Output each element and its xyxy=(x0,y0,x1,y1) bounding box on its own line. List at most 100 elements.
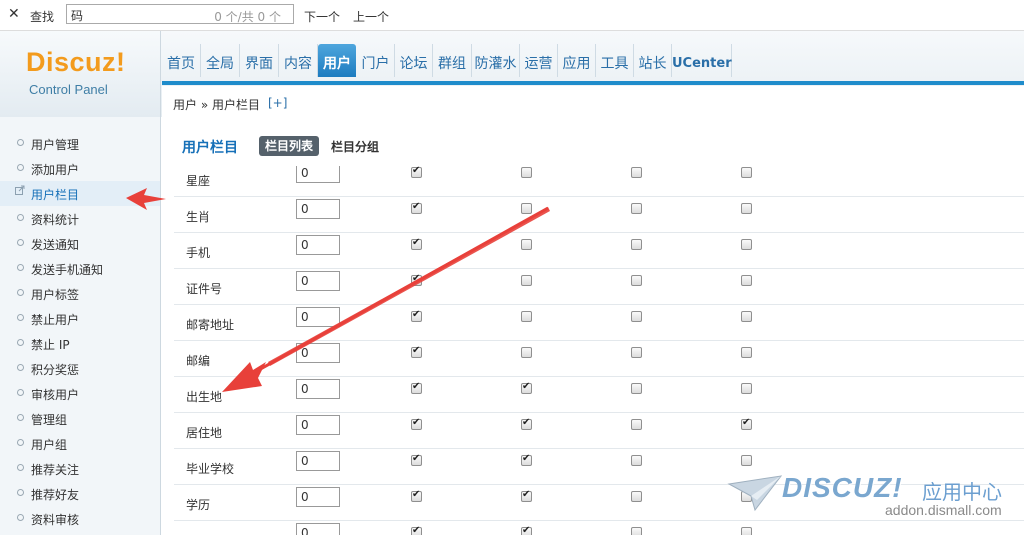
sidebar-item-11[interactable]: 管理组 xyxy=(0,406,160,431)
checkbox[interactable] xyxy=(741,203,752,214)
nav-item-3[interactable]: 内容 xyxy=(279,44,318,77)
checkbox[interactable] xyxy=(631,419,642,430)
checkbox[interactable] xyxy=(411,489,422,502)
nav-item-1[interactable]: 全局 xyxy=(201,44,240,77)
checkbox[interactable] xyxy=(411,417,422,430)
checkbox[interactable] xyxy=(631,275,642,286)
checkbox[interactable] xyxy=(631,167,642,178)
display-order-input[interactable]: 0 xyxy=(296,199,340,219)
checkbox[interactable] xyxy=(741,167,752,178)
checkbox[interactable] xyxy=(411,381,422,394)
checkbox[interactable] xyxy=(411,309,422,322)
find-input[interactable]: 码 0 个/共 0 个 xyxy=(66,4,294,24)
checkbox[interactable] xyxy=(521,347,532,358)
checkbox[interactable] xyxy=(411,166,422,178)
checkbox[interactable] xyxy=(411,237,422,250)
checkbox[interactable] xyxy=(521,525,532,535)
checkbox[interactable] xyxy=(741,417,752,430)
display-order-input[interactable]: 0 xyxy=(296,271,340,291)
checkbox[interactable] xyxy=(741,311,752,322)
display-order-input[interactable]: 0 xyxy=(296,343,340,363)
sidebar-item-12[interactable]: 用户组 xyxy=(0,431,160,456)
bullet-icon xyxy=(17,164,24,171)
checkbox[interactable] xyxy=(521,203,532,214)
sidebar-item-15[interactable]: 资料审核 xyxy=(0,506,160,531)
checkbox[interactable] xyxy=(741,275,752,286)
display-order-input[interactable]: 0 xyxy=(296,307,340,327)
nav-item-7[interactable]: 群组 xyxy=(433,44,472,77)
sidebar-item-1[interactable]: 添加用户 xyxy=(0,156,160,181)
display-order-input[interactable]: 0 xyxy=(296,523,340,535)
checkbox[interactable] xyxy=(631,383,642,394)
logo[interactable]: Discuz! Control Panel xyxy=(0,31,161,117)
sidebar-item-5[interactable]: 发送手机通知 xyxy=(0,256,160,281)
display-order-input[interactable]: 0 xyxy=(296,166,340,183)
display-order-input[interactable]: 0 xyxy=(296,235,340,255)
checkbox[interactable] xyxy=(521,489,532,502)
sidebar-item-13[interactable]: 推荐关注 xyxy=(0,456,160,481)
checkbox[interactable] xyxy=(411,525,422,535)
tab-column-group[interactable]: 栏目分组 xyxy=(331,138,379,155)
sidebar-item-4[interactable]: 发送通知 xyxy=(0,231,160,256)
breadcrumb-add-link[interactable]: [+] xyxy=(268,96,287,110)
checkbox[interactable] xyxy=(521,167,532,178)
checkbox[interactable] xyxy=(631,311,642,322)
nav-item-10[interactable]: 应用 xyxy=(558,44,596,77)
checkbox[interactable] xyxy=(631,203,642,214)
checkbox[interactable] xyxy=(411,453,422,466)
sidebar-item-6[interactable]: 用户标签 xyxy=(0,281,160,306)
field-name: 居住地 xyxy=(186,426,223,440)
sidebar-item-14[interactable]: 推荐好友 xyxy=(0,481,160,506)
sidebar-item-10[interactable]: 审核用户 xyxy=(0,381,160,406)
tab-column-list[interactable]: 栏目列表 xyxy=(259,136,320,156)
watermark-cn: 应用中心 xyxy=(922,480,1002,504)
checkbox[interactable] xyxy=(631,455,642,466)
checkbox[interactable] xyxy=(521,381,532,394)
checkbox[interactable] xyxy=(631,347,642,358)
nav-item-9[interactable]: 运营 xyxy=(520,44,558,77)
display-order-input[interactable]: 0 xyxy=(296,379,340,399)
checkbox[interactable] xyxy=(741,239,752,250)
checkbox[interactable] xyxy=(631,239,642,250)
close-icon[interactable]: ✕ xyxy=(8,6,20,22)
sidebar-item-3[interactable]: 资料统计 xyxy=(0,206,160,231)
nav-item-8[interactable]: 防灌水 xyxy=(472,44,520,77)
nav-item-6[interactable]: 论坛 xyxy=(395,44,433,77)
find-prev-button[interactable]: 上一个 xyxy=(353,8,389,25)
display-order-input[interactable]: 0 xyxy=(296,451,340,471)
checkbox[interactable] xyxy=(631,527,642,535)
sidebar-item-0[interactable]: 用户管理 xyxy=(0,131,160,156)
external-link-icon xyxy=(15,185,25,195)
nav-item-0[interactable]: 首页 xyxy=(162,44,201,77)
nav-item-12[interactable]: 站长 xyxy=(634,44,672,77)
sidebar-item-label: 资料统计 xyxy=(31,213,80,227)
checkbox[interactable] xyxy=(741,347,752,358)
sidebar-item-2[interactable]: 用户栏目 xyxy=(0,181,160,206)
display-order-input[interactable]: 0 xyxy=(296,415,340,435)
checkbox[interactable] xyxy=(521,275,532,286)
find-next-button[interactable]: 下一个 xyxy=(304,8,340,25)
nav-item-2[interactable]: 界面 xyxy=(240,44,279,77)
checkbox[interactable] xyxy=(741,383,752,394)
display-order-input[interactable]: 0 xyxy=(296,487,340,507)
nav-item-5[interactable]: 门户 xyxy=(357,44,395,77)
sidebar-item-7[interactable]: 禁止用户 xyxy=(0,306,160,331)
bullet-icon xyxy=(17,339,24,346)
checkbox[interactable] xyxy=(411,273,422,286)
checkbox[interactable] xyxy=(521,311,532,322)
field-name: 邮寄地址 xyxy=(186,318,235,332)
nav-item-4[interactable]: 用户 xyxy=(318,44,356,77)
checkbox[interactable] xyxy=(631,491,642,502)
checkbox[interactable] xyxy=(741,455,752,466)
nav-item-13[interactable]: UCenter xyxy=(672,44,732,77)
table-row: 证件号 0 xyxy=(174,268,1024,305)
nav-item-11[interactable]: 工具 xyxy=(596,44,634,77)
sidebar-item-9[interactable]: 积分奖惩 xyxy=(0,356,160,381)
checkbox[interactable] xyxy=(521,453,532,466)
checkbox[interactable] xyxy=(521,239,532,250)
checkbox[interactable] xyxy=(521,417,532,430)
sidebar-item-8[interactable]: 禁止 IP xyxy=(0,331,160,356)
checkbox[interactable] xyxy=(411,201,422,214)
sidebar-item-label: 用户管理 xyxy=(31,138,80,152)
checkbox[interactable] xyxy=(411,345,422,358)
